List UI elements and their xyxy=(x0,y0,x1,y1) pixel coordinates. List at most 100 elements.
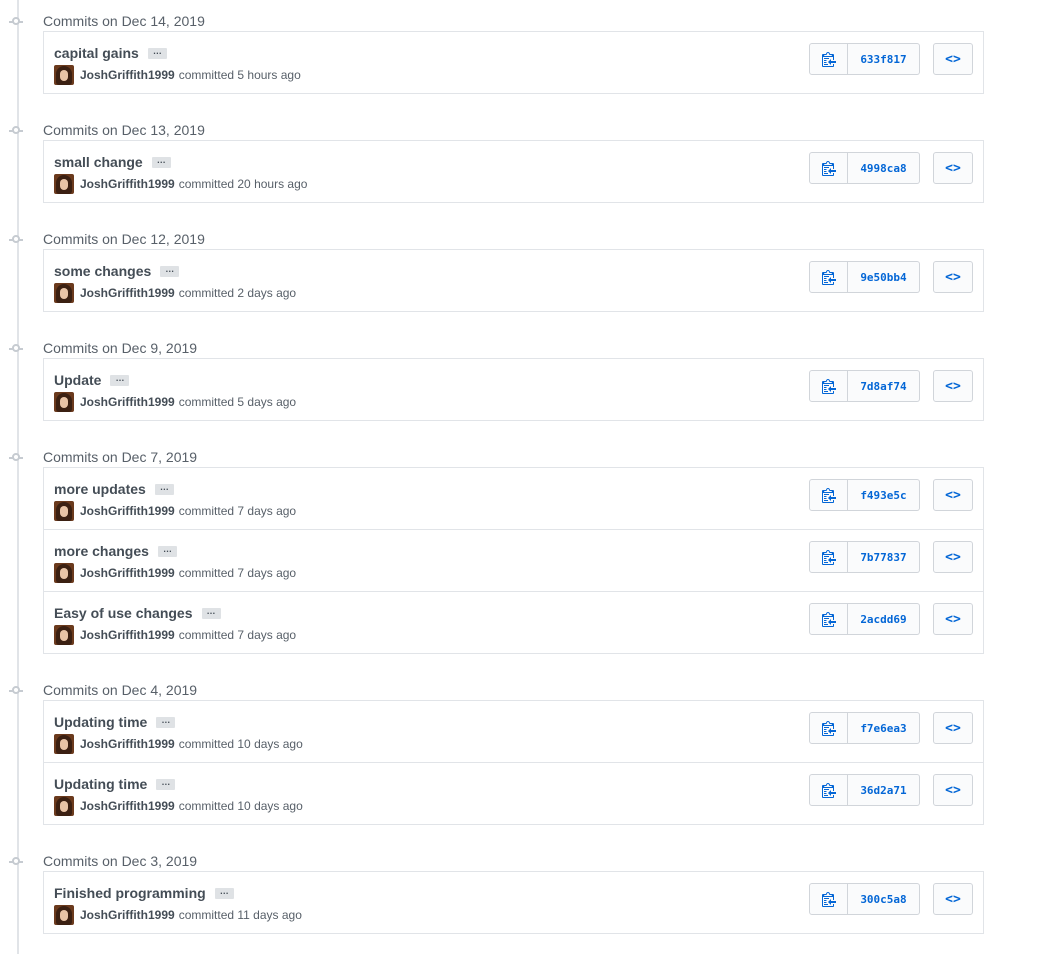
commit-message-link[interactable]: capital gains xyxy=(54,43,139,63)
browse-repo-button[interactable]: <> xyxy=(933,370,973,402)
avatar[interactable] xyxy=(54,283,74,303)
browse-repo-button[interactable]: <> xyxy=(933,541,973,573)
commit-meta: JoshGriffith1999 committed 7 days ago xyxy=(54,501,296,521)
author-link[interactable]: JoshGriffith1999 xyxy=(80,566,175,580)
copy-sha-button[interactable] xyxy=(809,603,848,635)
author-link[interactable]: JoshGriffith1999 xyxy=(80,68,175,82)
browse-repo-button[interactable]: <> xyxy=(933,883,973,915)
commit-group-title: Commits on Dec 14, 2019 xyxy=(43,13,205,29)
expand-details-button[interactable]: … xyxy=(147,46,167,59)
commit-message-link[interactable]: Finished programming xyxy=(54,883,206,903)
expand-details-button[interactable]: … xyxy=(160,264,180,277)
code-icon: <> xyxy=(945,891,961,907)
commit-group-title: Commits on Dec 4, 2019 xyxy=(43,682,198,698)
copy-sha-button[interactable] xyxy=(809,261,848,293)
commit-sha-link[interactable]: 633f817 xyxy=(848,43,920,75)
author-link[interactable]: JoshGriffith1999 xyxy=(80,395,175,409)
expand-details-button[interactable]: … xyxy=(214,886,234,899)
commit-node-icon xyxy=(9,17,23,25)
expand-details-button[interactable]: … xyxy=(157,544,177,557)
avatar[interactable] xyxy=(54,905,74,925)
copy-sha-button[interactable] xyxy=(809,479,848,511)
commit-box: some changes … JoshGriffith1999 committed 2… xyxy=(43,249,984,312)
author-link[interactable]: JoshGriffith1999 xyxy=(80,799,175,813)
commit-message-link[interactable]: some changes xyxy=(54,261,151,281)
expand-details-button[interactable]: … xyxy=(151,155,171,168)
commit-message-link[interactable]: small change xyxy=(54,152,143,172)
commit-box: Finished programming … JoshGriffith1999 com… xyxy=(43,871,984,934)
avatar[interactable] xyxy=(54,501,74,521)
commit-message-line: Updating time … xyxy=(54,774,176,794)
commit-sha-link[interactable]: f7e6ea3 xyxy=(848,712,920,744)
code-icon: <> xyxy=(945,160,961,176)
commit-time: committed 10 days ago xyxy=(178,737,303,751)
author-link[interactable]: JoshGriffith1999 xyxy=(80,737,175,751)
commit-meta: JoshGriffith1999 committed 7 days ago xyxy=(54,563,296,583)
commit-sha-link[interactable]: 4998ca8 xyxy=(848,152,920,184)
commit-sha-link[interactable]: f493e5c xyxy=(848,479,920,511)
commit-row: Finished programming … JoshGriffith1999 com… xyxy=(44,872,983,933)
author-link[interactable]: JoshGriffith1999 xyxy=(80,908,175,922)
browse-repo-button[interactable]: <> xyxy=(933,43,973,75)
commit-row: more updates … JoshGriffith1999 committed 7… xyxy=(44,468,983,529)
avatar[interactable] xyxy=(54,734,74,754)
copy-sha-button[interactable] xyxy=(809,541,848,573)
avatar[interactable] xyxy=(54,65,74,85)
commit-node-icon xyxy=(9,453,23,461)
expand-details-button[interactable]: … xyxy=(156,715,176,728)
avatar[interactable] xyxy=(54,796,74,816)
commit-time: committed 7 days ago xyxy=(178,504,297,518)
copy-sha-button[interactable] xyxy=(809,152,848,184)
author-link[interactable]: JoshGriffith1999 xyxy=(80,504,175,518)
commit-row: Easy of use changes … JoshGriffith1999 comm… xyxy=(44,591,983,653)
commit-sha-link[interactable]: 36d2a71 xyxy=(848,774,920,806)
commit-message-line: Update … xyxy=(54,370,130,390)
commit-time: committed 20 hours ago xyxy=(178,177,308,191)
browse-repo-button[interactable]: <> xyxy=(933,712,973,744)
commit-row: Updating time … JoshGriffith1999 committed … xyxy=(44,701,983,762)
commit-row: Update … JoshGriffith1999 committed 5 days … xyxy=(44,359,983,420)
commit-sha-link[interactable]: 300c5a8 xyxy=(848,883,920,915)
commit-message-link[interactable]: more changes xyxy=(54,541,149,561)
commit-message-line: more updates … xyxy=(54,479,174,499)
browse-repo-button[interactable]: <> xyxy=(933,152,973,184)
commit-sha-link[interactable]: 7b77837 xyxy=(848,541,920,573)
copy-sha-button[interactable] xyxy=(809,43,848,75)
author-link[interactable]: JoshGriffith1999 xyxy=(80,177,175,191)
author-link[interactable]: JoshGriffith1999 xyxy=(80,628,175,642)
commit-sha-link[interactable]: 2acdd69 xyxy=(848,603,920,635)
browse-repo-button[interactable]: <> xyxy=(933,479,973,511)
browse-repo-button[interactable]: <> xyxy=(933,603,973,635)
commit-message-line: more changes … xyxy=(54,541,177,561)
commit-message-link[interactable]: more updates xyxy=(54,479,146,499)
clipboard-icon xyxy=(821,379,836,394)
avatar[interactable] xyxy=(54,392,74,412)
commit-message-link[interactable]: Updating time xyxy=(54,712,147,732)
commit-meta: JoshGriffith1999 committed 10 days ago xyxy=(54,734,303,754)
expand-details-button[interactable]: … xyxy=(110,373,130,386)
avatar[interactable] xyxy=(54,625,74,645)
commit-message-link[interactable]: Easy of use changes xyxy=(54,603,193,623)
expand-details-button[interactable]: … xyxy=(201,606,221,619)
commit-message-line: some changes … xyxy=(54,261,180,281)
commit-sha-link[interactable]: 9e50bb4 xyxy=(848,261,920,293)
copy-sha-button[interactable] xyxy=(809,774,848,806)
commit-message-link[interactable]: Update xyxy=(54,370,101,390)
expand-details-button[interactable]: … xyxy=(156,777,176,790)
commit-meta: JoshGriffith1999 committed 2 days ago xyxy=(54,283,296,303)
copy-sha-button[interactable] xyxy=(809,370,848,402)
sha-button-group: f7e6ea3 xyxy=(809,712,920,744)
browse-repo-button[interactable]: <> xyxy=(933,774,973,806)
expand-details-button[interactable]: … xyxy=(154,482,174,495)
copy-sha-button[interactable] xyxy=(809,712,848,744)
commit-message-link[interactable]: Updating time xyxy=(54,774,147,794)
clipboard-icon xyxy=(821,161,836,176)
copy-sha-button[interactable] xyxy=(809,883,848,915)
commit-sha-link[interactable]: 7d8af74 xyxy=(848,370,920,402)
commit-time: committed 5 days ago xyxy=(178,395,297,409)
commit-group-title: Commits on Dec 13, 2019 xyxy=(43,122,205,138)
avatar[interactable] xyxy=(54,563,74,583)
avatar[interactable] xyxy=(54,174,74,194)
browse-repo-button[interactable]: <> xyxy=(933,261,973,293)
author-link[interactable]: JoshGriffith1999 xyxy=(80,286,175,300)
